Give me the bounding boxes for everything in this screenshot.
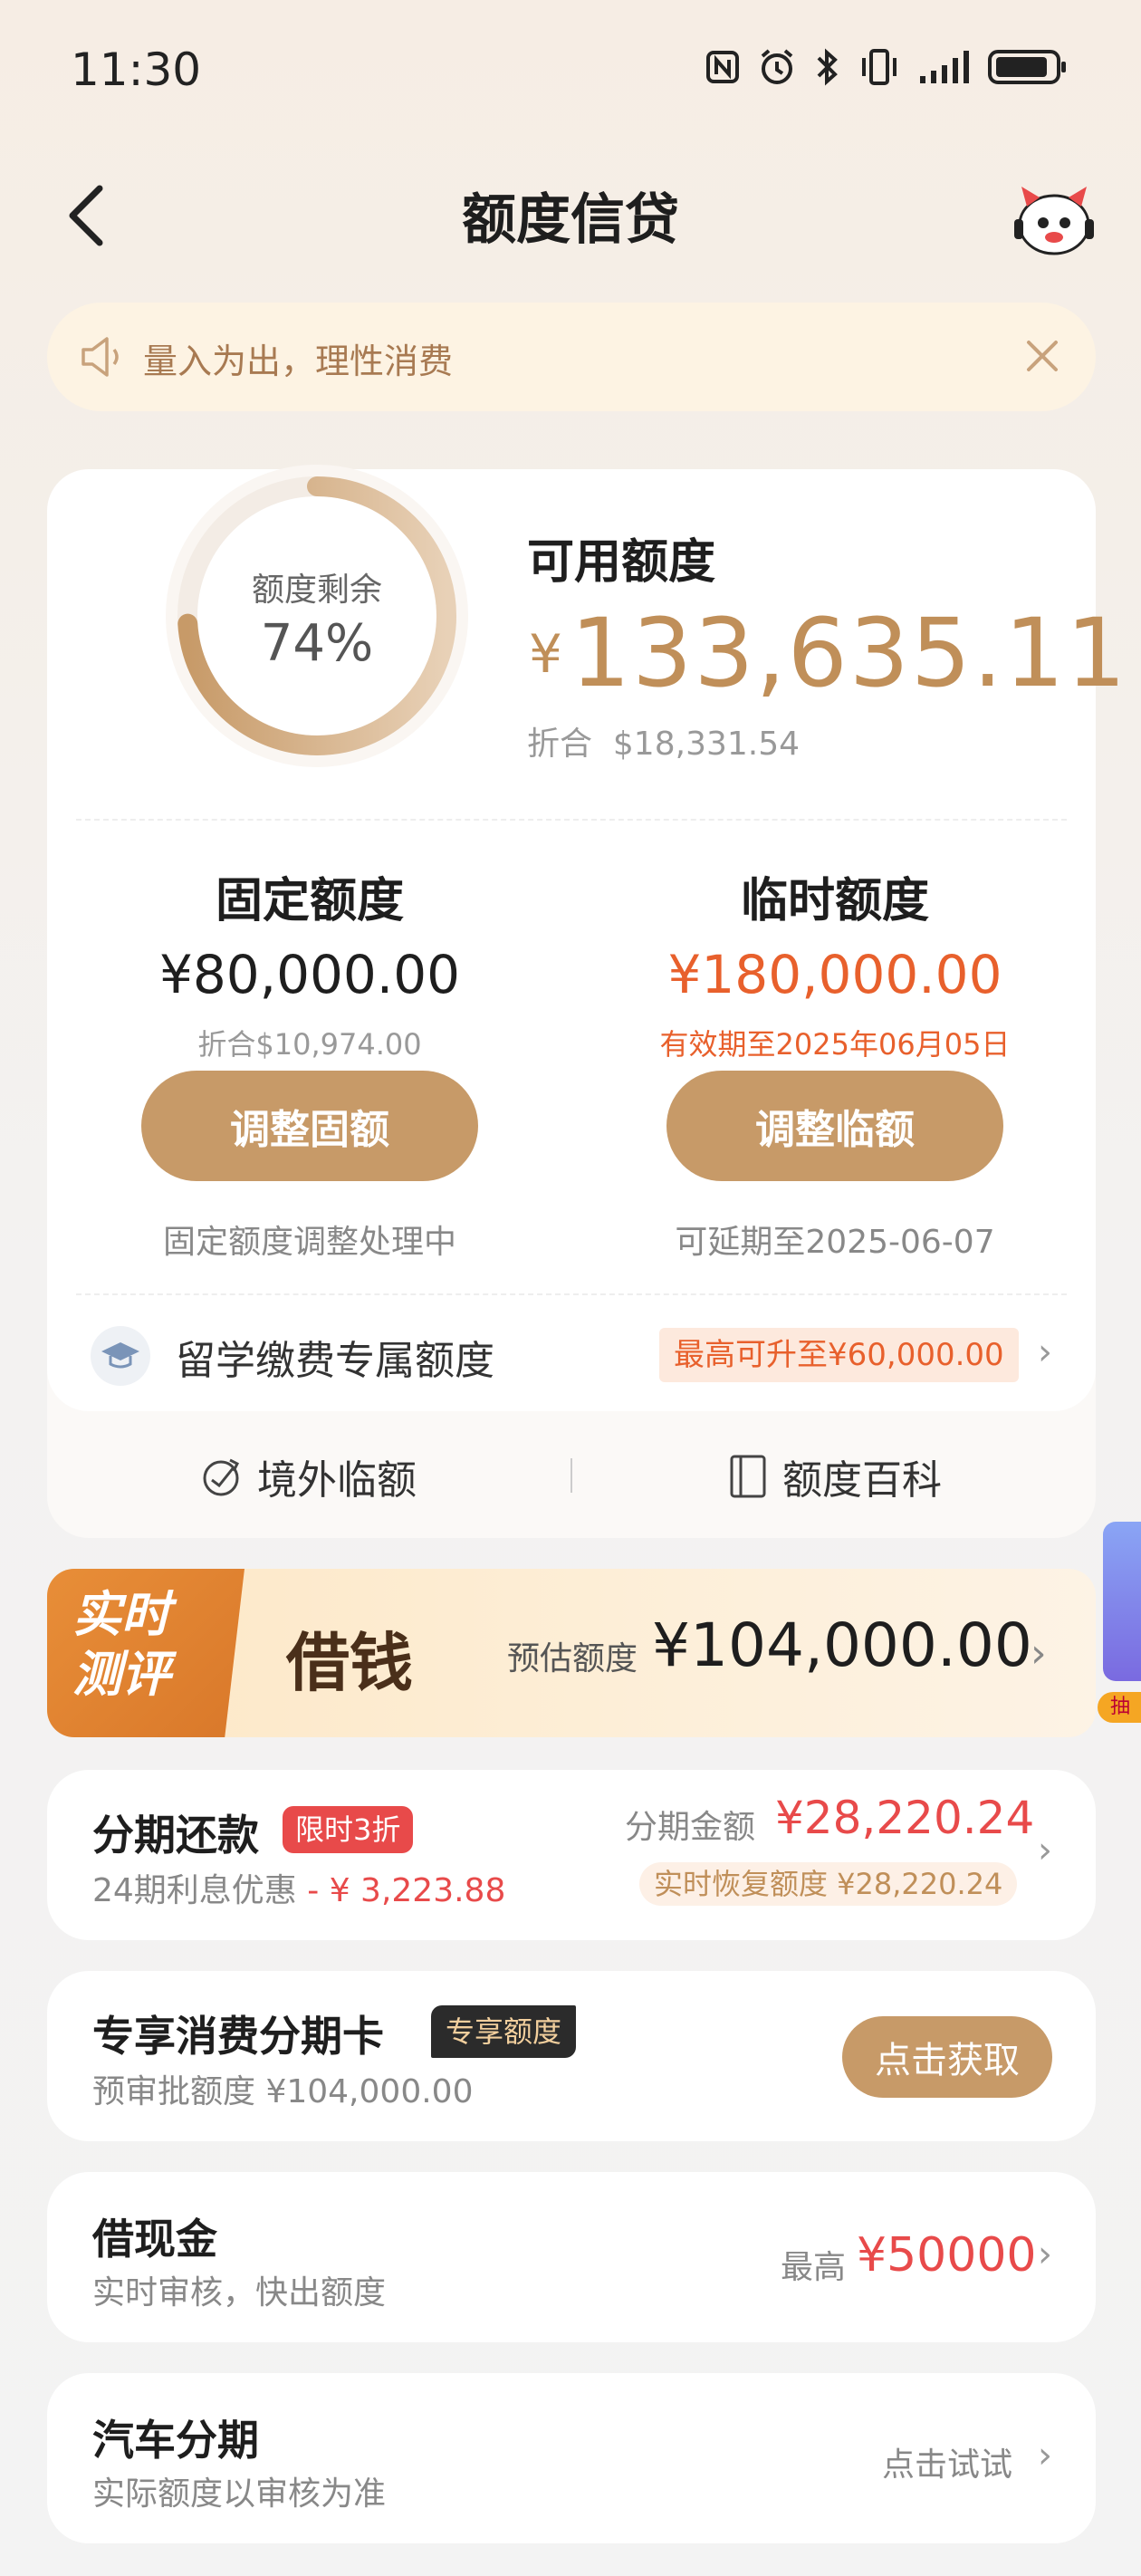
exclusive-badge: 专享额度: [431, 2005, 577, 2058]
nfc-icon: [706, 51, 739, 83]
available-amount: 133,635.11: [570, 598, 1128, 708]
divider: [76, 1293, 1067, 1295]
battery-icon: [988, 50, 1066, 84]
page-title: 额度信贷: [462, 188, 679, 252]
realtime-eval-text: 实时 测评: [72, 1586, 170, 1703]
remaining-label: 额度剩余: [251, 572, 382, 609]
fixed-amount: ¥80,000.00: [158, 944, 461, 1005]
temp-note: 可延期至2025-06-07: [675, 1224, 995, 1261]
overseas-temp-link[interactable]: 境外临额: [197, 1447, 417, 1505]
estimate-amount: ¥104,000.00: [652, 1610, 1032, 1680]
chevron-right-icon: ›: [1038, 1830, 1052, 1871]
alarm-icon: [761, 49, 793, 84]
installment-amount-label: 分期金额: [625, 1809, 756, 1846]
borrow-title: 借钱: [286, 1625, 413, 1700]
chevron-right-icon: ›: [1031, 1630, 1047, 1677]
status-icons: [705, 47, 1069, 87]
quota-wiki-label: 额度百科: [782, 1457, 942, 1504]
car-sub: 实际额度以审核为准: [92, 2475, 387, 2513]
available-label: 可用额度: [527, 535, 716, 590]
temp-amount: ¥180,000.00: [667, 944, 1002, 1005]
adjust-temp-button[interactable]: 调整临额: [666, 1071, 1003, 1181]
notice-text: 量入为出，理性消费: [143, 341, 454, 381]
book-icon: [730, 1455, 766, 1498]
installment-sub: 24期利息优惠 - ¥ 3,223.88: [92, 1872, 506, 1909]
status-time: 11:30: [71, 43, 202, 96]
fixed-converted: 折合$10,974.00: [197, 1027, 422, 1062]
chevron-right-icon: ›: [1038, 2435, 1052, 2476]
study-abroad-label: 留学缴费专属额度: [176, 1338, 494, 1384]
restore-quota-pill: 实时恢复额度 ¥28,220.24: [639, 1862, 1018, 1906]
limited-time-badge: 限时3折: [283, 1806, 414, 1853]
exclusive-sub: 预审批额度 ¥104,000.00: [92, 2073, 474, 2110]
temp-validity: 有效期至2025年06月05日: [659, 1027, 1011, 1062]
speaker-icon: [82, 337, 119, 377]
car-title: 汽车分期: [92, 2416, 259, 2465]
temp-title: 临时额度: [740, 874, 929, 928]
chevron-right-icon: ›: [1038, 1331, 1052, 1373]
get-card-button[interactable]: 点击获取: [842, 2016, 1052, 2098]
fixed-note: 固定额度调整处理中: [162, 1224, 456, 1261]
adjust-fixed-button[interactable]: 调整固额: [141, 1071, 478, 1181]
bluetooth-icon: [817, 48, 838, 86]
globe-plane-icon: [203, 1458, 240, 1496]
cash-max-amount: ¥50000: [857, 2228, 1037, 2283]
estimate-label: 预估额度: [507, 1640, 638, 1677]
link-divider: [570, 1458, 572, 1493]
floating-phone-widget[interactable]: [1103, 1522, 1141, 1681]
study-abroad-badge: 最高可升至¥60,000.00: [659, 1328, 1019, 1382]
available-converted: 折合 $18,331.54: [527, 726, 801, 763]
quota-wiki-link[interactable]: 额度百科: [726, 1447, 942, 1505]
installment-title: 分期还款: [92, 1811, 259, 1860]
cash-max-label: 最高: [781, 2249, 847, 2286]
fixed-title: 固定额度: [215, 874, 404, 928]
remaining-percent: 74%: [260, 614, 374, 673]
overseas-temp-label: 境外临额: [257, 1457, 417, 1504]
floating-widget-tab[interactable]: 抽: [1098, 1692, 1141, 1723]
cash-title: 借现金: [92, 2215, 217, 2264]
car-action: 点击试试: [882, 2446, 1013, 2484]
installment-amount: ¥28,220.24: [775, 1792, 1035, 1844]
cash-sub: 实时审核，快出额度: [92, 2274, 387, 2312]
signal-icon: [920, 51, 969, 83]
close-icon[interactable]: [1021, 335, 1063, 377]
mascot-icon[interactable]: [1011, 174, 1098, 261]
graduation-cap-icon: [91, 1326, 150, 1386]
vibrate-icon: [862, 49, 896, 85]
divider: [76, 819, 1067, 821]
chevron-right-icon: ›: [1038, 2234, 1052, 2275]
available-currency: ¥: [529, 623, 562, 685]
exclusive-title: 专享消费分期卡: [92, 2012, 384, 2061]
